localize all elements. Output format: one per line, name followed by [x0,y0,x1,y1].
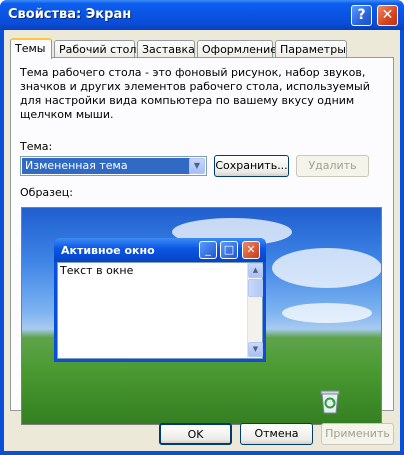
close-icon: ✕ [242,241,260,259]
apply-button[interactable]: Применить [321,423,394,445]
recycle-bin-icon [320,390,340,414]
delete-theme-button[interactable]: Удалить [296,155,369,177]
cancel-button[interactable]: Отмена [240,423,313,445]
theme-select[interactable]: Измененная тема ▼ [20,156,207,176]
themes-panel: Тема рабочего стола - это фоновый рисуно… [10,57,394,425]
save-theme-button[interactable]: Сохранить... [214,155,289,177]
ok-button[interactable]: OK [159,423,232,445]
scroll-up-icon: ▲ [248,263,263,278]
cloud [272,248,381,288]
scroll-down-icon: ▼ [248,342,263,357]
preview-window-text: Текст в окне [60,264,134,277]
tab-themes[interactable]: Темы [10,38,52,59]
preview-title-bar: Активное окно _ □ ✕ [54,238,266,262]
scroll-thumb [248,279,263,297]
theme-description: Тема рабочего стола - это фоновый рисуно… [20,66,370,121]
tab-settings[interactable]: Параметры [275,40,347,58]
theme-select-value: Измененная тема [22,158,190,174]
window-title: Свойства: Экран [8,7,132,22]
preview-window-title: Активное окно [61,244,155,257]
chevron-down-icon[interactable]: ▼ [189,158,205,174]
title-bar[interactable]: Свойства: Экран ? ✕ [0,0,404,30]
cloud [282,303,372,323]
close-button[interactable]: ✕ [377,5,398,26]
tab-appearance[interactable]: Оформление [197,40,277,58]
dialog-client-area: Темы Рабочий стол Заставка Оформление Па… [4,30,400,451]
help-button[interactable]: ? [351,5,372,26]
theme-preview: Активное окно _ □ ✕ Текст в окне ▲ ▼ [21,207,382,425]
sample-label: Образец: [20,186,73,199]
theme-label: Тема: [20,140,53,153]
preview-active-window: Активное окно _ □ ✕ Текст в окне ▲ ▼ [54,238,266,362]
preview-window-body: Текст в окне ▲ ▼ [57,262,263,359]
display-properties-window: Свойства: Экран ? ✕ Темы Рабочий стол За… [0,0,404,455]
minimize-icon: _ [199,241,217,259]
preview-scrollbar: ▲ ▼ [247,263,263,358]
tab-desktop[interactable]: Рабочий стол [54,40,136,58]
tab-screensaver[interactable]: Заставка [137,40,195,58]
maximize-icon: □ [220,241,238,259]
